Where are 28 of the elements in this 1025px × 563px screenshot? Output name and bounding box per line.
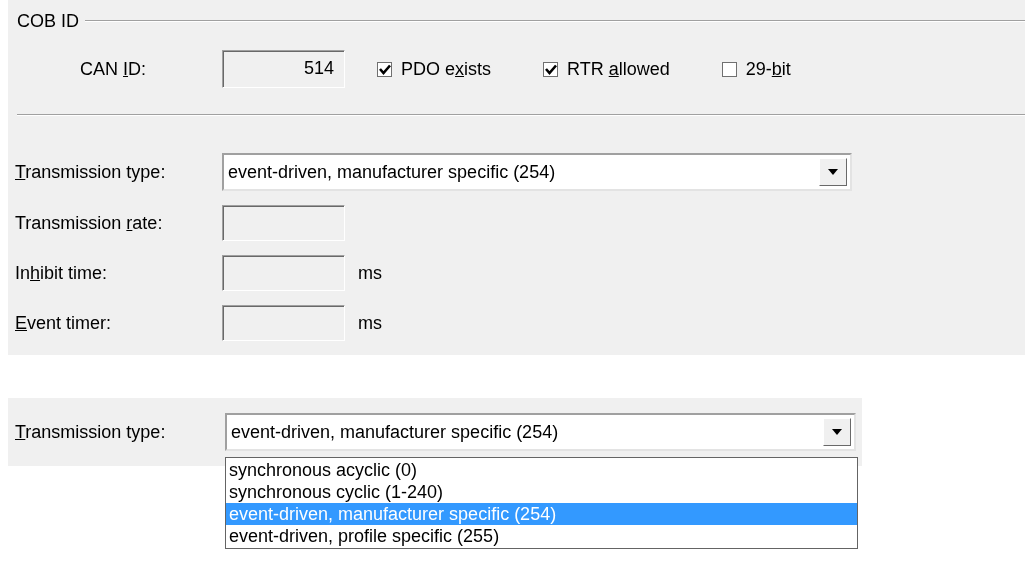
field-label: Transmission type:: [15, 161, 167, 183]
transmission-type-dropdown[interactable]: event-driven, manufacturer specific (254): [225, 413, 856, 451]
field-label: Transmission type:: [15, 421, 167, 443]
unit-label: ms: [358, 312, 382, 334]
input-field[interactable]: [222, 205, 345, 241]
checkbox[interactable]: RTR allowed: [543, 58, 670, 80]
check-icon: [377, 61, 392, 77]
can-id-field[interactable]: 514: [222, 50, 345, 88]
field-label: Event timer:: [15, 312, 113, 334]
dropdown-button[interactable]: [819, 158, 847, 186]
field-label: Inhibit time:: [15, 262, 109, 284]
checkbox[interactable]: PDO exists: [377, 58, 492, 80]
dropdown-option[interactable]: synchronous acyclic (0): [226, 459, 857, 481]
input-field[interactable]: [222, 255, 345, 291]
caret-icon: [831, 428, 843, 436]
dropdown-button[interactable]: [823, 418, 851, 446]
dropdown-option[interactable]: event-driven, profile specific (255): [226, 525, 857, 547]
checkbox-square: [721, 61, 737, 77]
checkbox[interactable]: 29-bit: [721, 58, 791, 80]
transmission-type-dropdown[interactable]: event-driven, manufacturer specific (254): [222, 153, 852, 191]
group-title: COB ID: [17, 10, 80, 32]
dropdown-option[interactable]: synchronous cyclic (1-240): [226, 481, 857, 503]
check-icon: [543, 61, 559, 77]
unit-label: ms: [358, 262, 382, 284]
field-label: CAN ID:: [80, 58, 148, 80]
caret-icon: [827, 168, 839, 176]
field-label: Transmission rate:: [15, 212, 164, 234]
input-field[interactable]: [222, 305, 345, 341]
